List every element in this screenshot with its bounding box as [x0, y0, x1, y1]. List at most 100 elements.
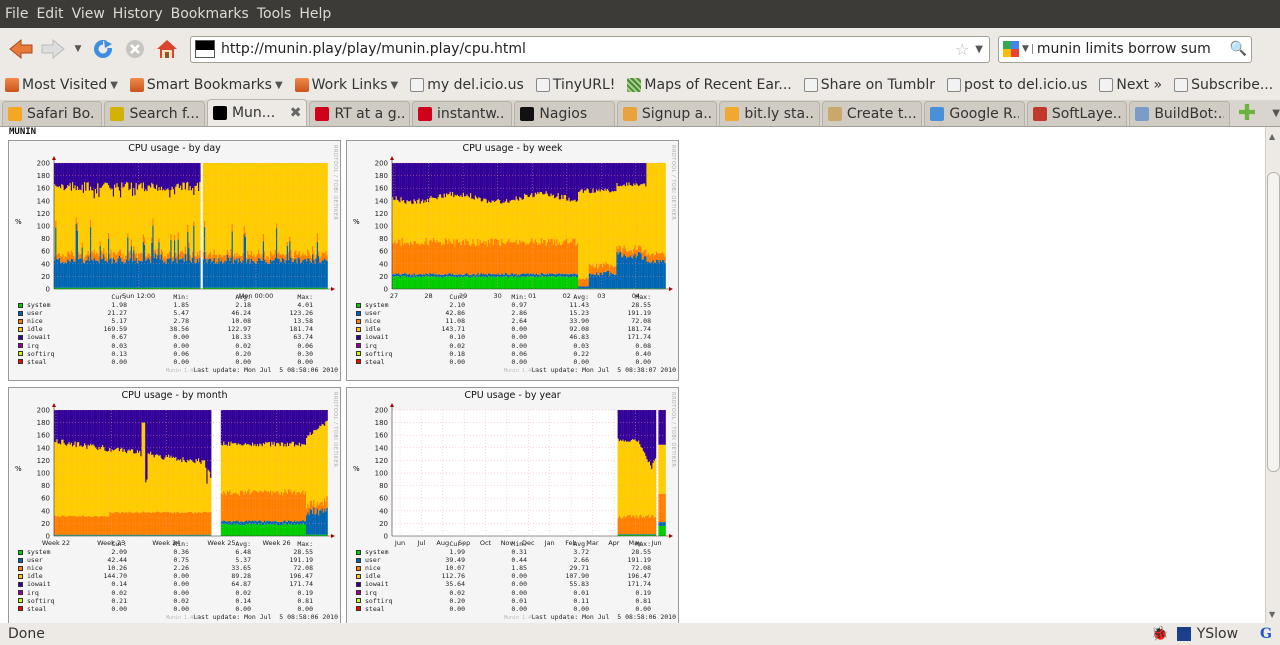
stop-button[interactable]	[120, 34, 150, 64]
tab-list-icon[interactable]: ▼	[1272, 108, 1280, 119]
area-nice	[454, 245, 456, 276]
bookmark-item[interactable]: Subscribe...	[1174, 77, 1273, 93]
area-nice	[578, 279, 580, 287]
area-user	[193, 534, 195, 536]
browser-tab[interactable]: instantw...	[411, 101, 513, 126]
menu-edit[interactable]: Edit	[35, 6, 70, 22]
cpu-graph[interactable]: 0 20 40 60 80 100 120 140 160 180 200 27 28 29 30 01 02 0…	[346, 140, 679, 381]
google-engine-icon[interactable]	[1003, 41, 1019, 57]
area-idle	[422, 199, 424, 245]
area-nice	[434, 240, 436, 275]
area-iowait	[97, 410, 99, 451]
area-idle	[69, 444, 71, 516]
reload-button[interactable]	[88, 34, 118, 64]
browser-tab[interactable]: BuildBot:...	[1129, 101, 1230, 126]
area-iowait	[326, 410, 328, 421]
area-user	[178, 259, 181, 288]
menu-bookmarks[interactable]: Bookmarks	[170, 6, 256, 22]
area-user	[134, 534, 136, 536]
cpu-graph[interactable]: 0 20 40 60 80 100 120 140 160 180 200 Sun 12:00 Mon …	[8, 140, 341, 381]
bookmark-item[interactable]: Maps of Recent Ear...	[627, 77, 792, 93]
scrollbar-thumb[interactable]	[1267, 172, 1280, 472]
scroll-down-icon[interactable]: ▼	[1269, 610, 1275, 619]
close-tab-icon[interactable]: ✖	[290, 105, 302, 121]
area-nice	[105, 516, 107, 535]
legend-value-avg: 0.20	[235, 349, 251, 358]
area-user	[662, 259, 664, 289]
menu-file[interactable]: File	[4, 6, 35, 22]
forward-button[interactable]	[38, 34, 68, 64]
area-iowait	[647, 410, 649, 463]
area-iowait	[467, 163, 469, 197]
yslow-label[interactable]: YSlow	[1197, 626, 1238, 642]
bookmark-item[interactable]: Work Links ▼	[294, 77, 398, 93]
bookmark-item[interactable]: post to del.icio.us	[946, 77, 1087, 93]
area-nice	[148, 512, 151, 535]
area-nice	[642, 516, 645, 535]
browser-tab[interactable]: Safari Bo...	[2, 101, 103, 126]
search-input[interactable]	[1036, 41, 1230, 57]
home-button[interactable]	[152, 34, 182, 64]
url-text[interactable]: http://munin.play/play/munin.play/cpu.ht…	[221, 41, 955, 57]
area-user	[259, 258, 261, 288]
area-idle	[58, 186, 61, 254]
yslow-icon[interactable]	[1176, 627, 1191, 641]
search-bar[interactable]: ▼ 🔍	[998, 35, 1252, 63]
area-iowait	[610, 163, 612, 192]
firebug-icon[interactable]: 🐞	[1151, 626, 1168, 642]
area-iowait	[516, 163, 519, 200]
browser-tab[interactable]: Create t...	[821, 101, 923, 126]
bookmark-item[interactable]: TinyURL!	[535, 77, 615, 93]
area-nice	[172, 256, 175, 261]
cpu-graph[interactable]: 0 20 40 60 80 100 120 140 160 180 200 Jun Jul Aug Sep O…	[346, 387, 679, 623]
search-icon[interactable]: 🔍	[1230, 41, 1247, 57]
legend-swatch	[356, 302, 361, 308]
bookmark-item[interactable]: Most Visited ▼	[5, 77, 118, 93]
vertical-scrollbar[interactable]: ▲ ▼	[1265, 127, 1280, 623]
scroll-up-icon[interactable]: ▲	[1269, 132, 1275, 141]
menu-tools[interactable]: Tools	[256, 6, 299, 22]
new-tab-icon[interactable]: ✚	[1238, 101, 1256, 126]
area-user	[114, 259, 116, 288]
area-nice	[128, 511, 130, 535]
bookmark-item[interactable]: my del.icio.us	[410, 77, 524, 93]
bookmark-item[interactable]: Next »	[1099, 77, 1162, 93]
area-user	[105, 534, 107, 536]
engine-dropdown-icon[interactable]: ▼	[1022, 44, 1033, 54]
area-user	[196, 259, 199, 288]
area-iowait	[291, 410, 293, 442]
menu-history[interactable]: History	[112, 6, 170, 22]
bookmark-item[interactable]: Share on Tumblr	[803, 77, 935, 93]
area-idle	[186, 462, 188, 513]
browser-tab[interactable]: Signup a...	[616, 101, 718, 126]
area-user	[265, 522, 267, 525]
area-user	[247, 259, 249, 288]
bookmark-star-icon[interactable]: ☆	[955, 40, 969, 59]
munin-logo[interactable]: MUNIN	[9, 127, 36, 137]
area-system	[443, 277, 445, 289]
browser-tab[interactable]: Search f...	[104, 101, 205, 126]
legend-value-cur: 0.67	[111, 333, 127, 342]
browser-tab[interactable]: Google R...	[924, 101, 1025, 126]
browser-tab[interactable]: RT at a g...	[309, 101, 410, 126]
area-iowait	[618, 410, 621, 442]
gmail-notifier-icon[interactable]: G	[1260, 626, 1272, 642]
history-dropdown[interactable]: ▼	[70, 34, 86, 64]
legend-column-header: Avg:	[573, 293, 589, 301]
browser-tab[interactable]: SoftLaye...	[1026, 101, 1128, 126]
area-nice	[264, 489, 266, 521]
browser-tab[interactable]: bit.ly sta...	[719, 101, 820, 126]
area-nice	[166, 511, 169, 535]
menu-view[interactable]: View	[71, 6, 112, 22]
browser-tab[interactable]: Mun... ✖	[206, 99, 308, 126]
area-idle	[620, 439, 622, 518]
back-button[interactable]	[6, 34, 36, 64]
menu-help[interactable]: Help	[298, 6, 338, 22]
area-nice	[624, 248, 627, 256]
url-dropdown-icon[interactable]: ▼	[975, 44, 983, 55]
bookmark-item[interactable]: Smart Bookmarks ▼	[129, 77, 283, 93]
area-idle	[194, 186, 196, 257]
url-bar[interactable]: http://munin.play/play/munin.play/cpu.ht…	[190, 35, 990, 63]
cpu-graph[interactable]: 0 20 40 60 80 100 120 140 160 180 200 Week 22 Week 2…	[8, 387, 341, 623]
browser-tab[interactable]: Nagios	[514, 101, 615, 126]
